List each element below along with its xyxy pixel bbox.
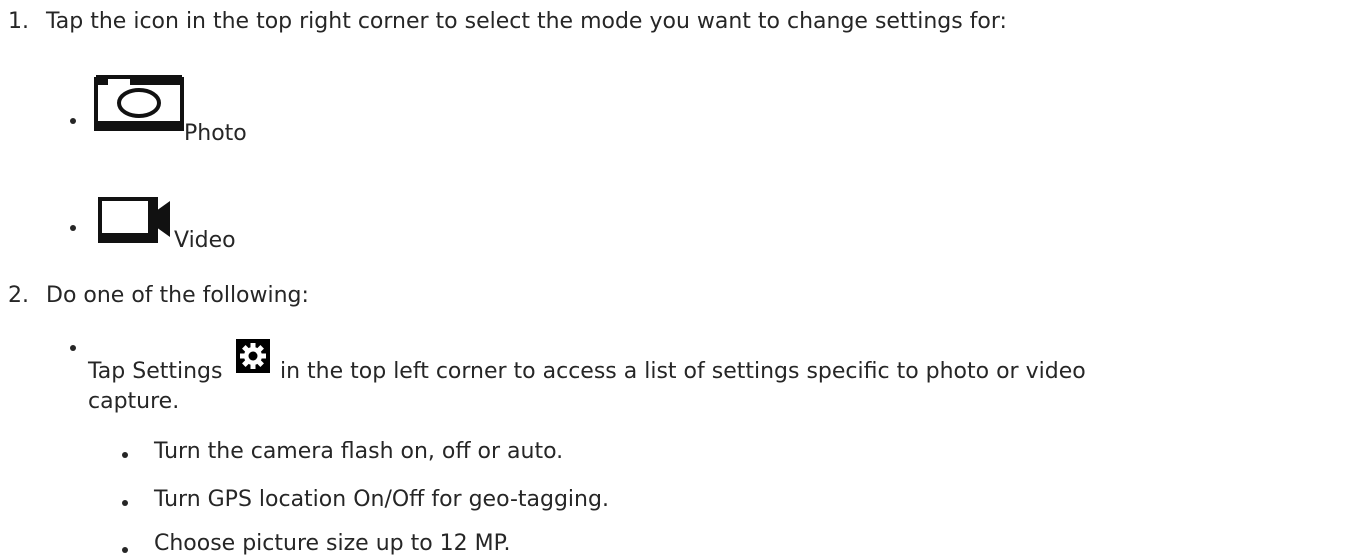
step-2-number: 2. <box>8 283 29 308</box>
step-2-text: Do one of the following: <box>46 283 309 308</box>
tap-settings-suffix-line1: in the top left corner to access a list … <box>280 359 1086 384</box>
tap-settings-suffix-line2: capture. <box>88 389 180 414</box>
bullet <box>70 225 76 231</box>
video-camera-icon <box>98 193 172 245</box>
bullet <box>122 547 128 553</box>
mode-photo-label: Photo <box>184 121 247 146</box>
settings-gear-icon <box>236 339 270 373</box>
camera-icon <box>94 73 184 131</box>
sub-item-text: Turn the camera flash on, off or auto. <box>154 439 564 464</box>
sub-item-text: Choose picture size up to 12 MP. <box>154 531 511 556</box>
step-1-text: Tap the icon in the top right corner to … <box>46 9 1007 34</box>
bullet <box>122 500 128 506</box>
sub-item-text: Turn GPS location On/Off for geo-tagging… <box>154 487 609 512</box>
tap-settings-prefix: Tap Settings <box>88 359 223 384</box>
bullet <box>70 345 76 351</box>
mode-video-label: Video <box>174 228 236 253</box>
bullet <box>122 452 128 458</box>
bullet <box>70 118 76 124</box>
step-1-number: 1. <box>8 9 29 34</box>
